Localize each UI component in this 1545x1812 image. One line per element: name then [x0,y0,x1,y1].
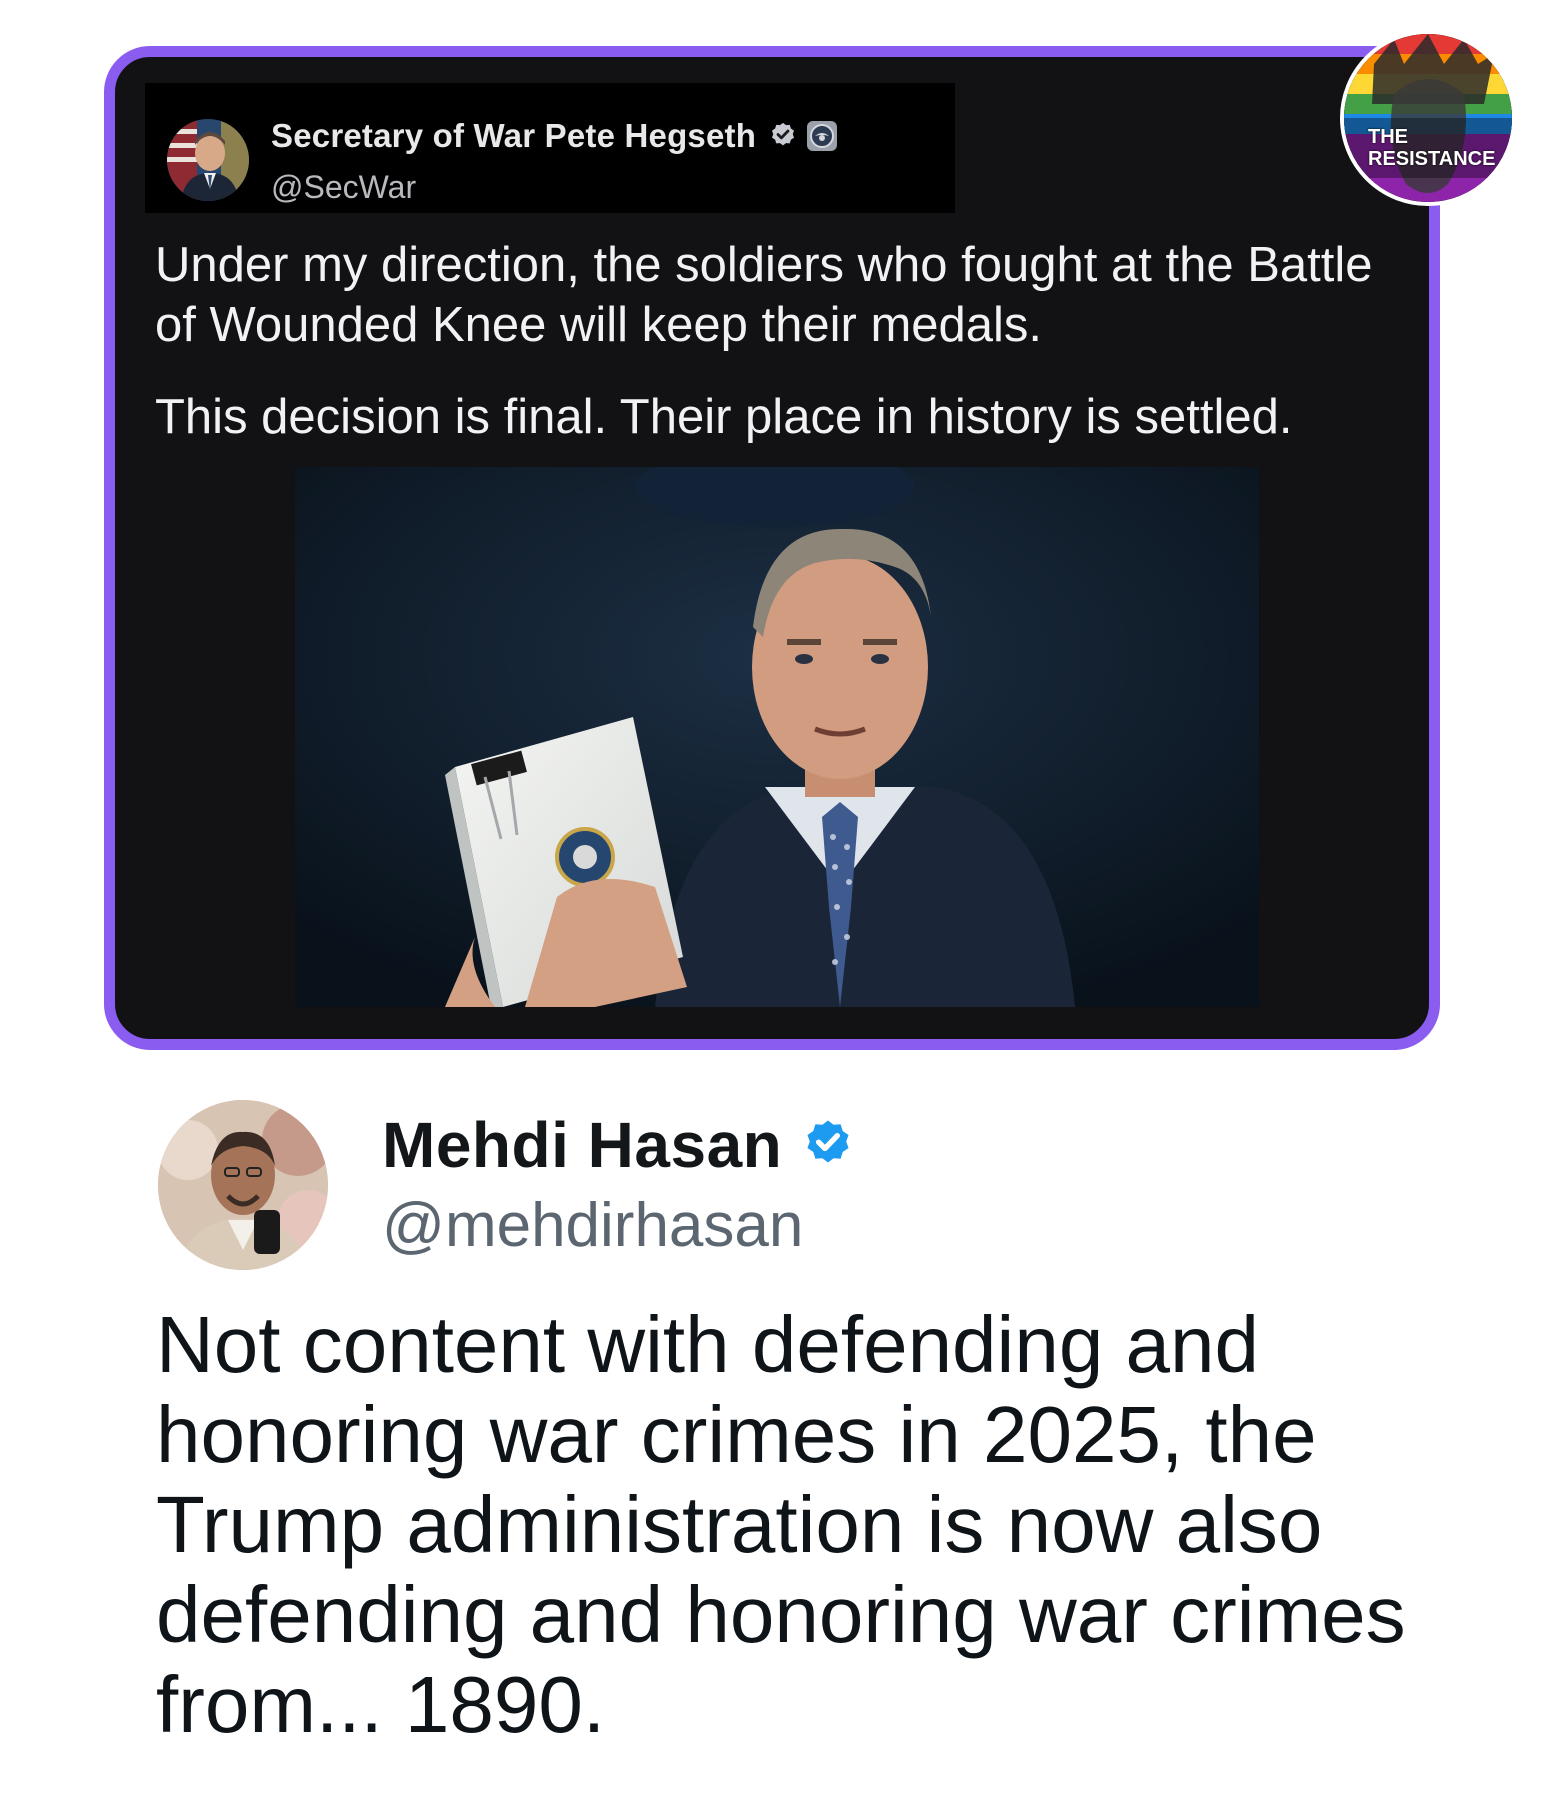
verified-badge-icon [772,122,795,146]
quoted-author-handle[interactable]: @SecWar [271,169,416,206]
reply-post-text: Not content with defending and honoring … [156,1300,1406,1749]
verified-badge-icon [807,1120,849,1163]
the-resistance-logo: THE RESISTANCE [1340,30,1516,206]
reply-author-name[interactable]: Mehdi Hasan [382,1108,782,1182]
quoted-post-media-image[interactable] [295,467,1259,1007]
quoted-author-name[interactable]: Secretary of War Pete Hegseth [271,117,756,155]
logo-text: THE RESISTANCE [1368,126,1495,170]
government-seal-icon [807,121,838,151]
logo-text-line-2: RESISTANCE [1368,148,1496,170]
mehdi-hasan-avatar[interactable] [158,1100,328,1270]
quoted-post-card[interactable]: Secretary of War Pete Hegseth @SecWar Un… [104,46,1440,1050]
sec-war-avatar[interactable] [167,119,249,201]
logo-text-line-1: THE [1368,126,1408,148]
reply-author-handle[interactable]: @mehdirhasan [382,1190,803,1261]
quoted-post-text-paragraph-1: Under my direction, the soldiers who fou… [155,238,1373,352]
quoted-post-header: Secretary of War Pete Hegseth @SecWar [145,83,955,213]
quoted-post-text-paragraph-2: This decision is final. Their place in h… [155,390,1293,444]
